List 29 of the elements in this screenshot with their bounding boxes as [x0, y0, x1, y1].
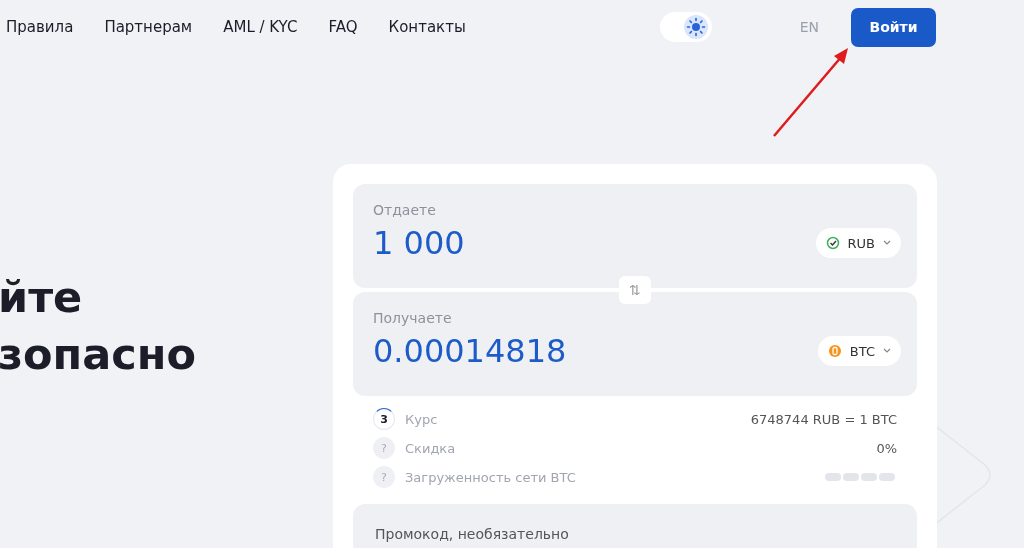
field-label: Получаете	[373, 310, 453, 326]
nav-link[interactable]: FAQ	[328, 18, 358, 36]
help-icon: ?	[373, 466, 395, 488]
info-value: 6748744 RUB = 1 BTC	[750, 411, 897, 427]
amount-input[interactable]: 1 000	[373, 224, 465, 262]
check-circle-icon	[825, 236, 840, 250]
nav-link[interactable]: Контакты	[388, 18, 466, 36]
nav-link[interactable]: Партнерам	[104, 18, 193, 36]
coin-icon	[827, 344, 842, 358]
field-label: Отдаете	[373, 202, 437, 218]
network-load-indicator	[825, 473, 897, 481]
sun-icon	[683, 15, 708, 39]
login-button[interactable]: Войти	[851, 7, 936, 47]
hero-heading: йте	[0, 271, 84, 324]
hero-heading: зопасно	[0, 328, 197, 381]
currency-select[interactable]: BTC	[817, 336, 901, 366]
theme-toggle[interactable]	[659, 12, 712, 42]
amount-output: 0.00014818	[373, 332, 567, 370]
info-label: Загруженность сети BTC	[405, 469, 576, 485]
promo-code-field[interactable]: Промокод, необязательно	[353, 504, 917, 548]
currency-select[interactable]: RUB	[815, 228, 901, 258]
info-label: Курс	[405, 411, 438, 427]
help-icon: ?	[373, 437, 395, 459]
info-value: 0%	[876, 440, 897, 456]
info-label: Скидка	[405, 440, 456, 456]
nav-link[interactable]: Правила	[6, 18, 74, 36]
chevron-down-icon	[883, 348, 891, 354]
chevron-down-icon	[883, 240, 891, 246]
nav-link[interactable]: AML / KYC	[223, 18, 298, 36]
